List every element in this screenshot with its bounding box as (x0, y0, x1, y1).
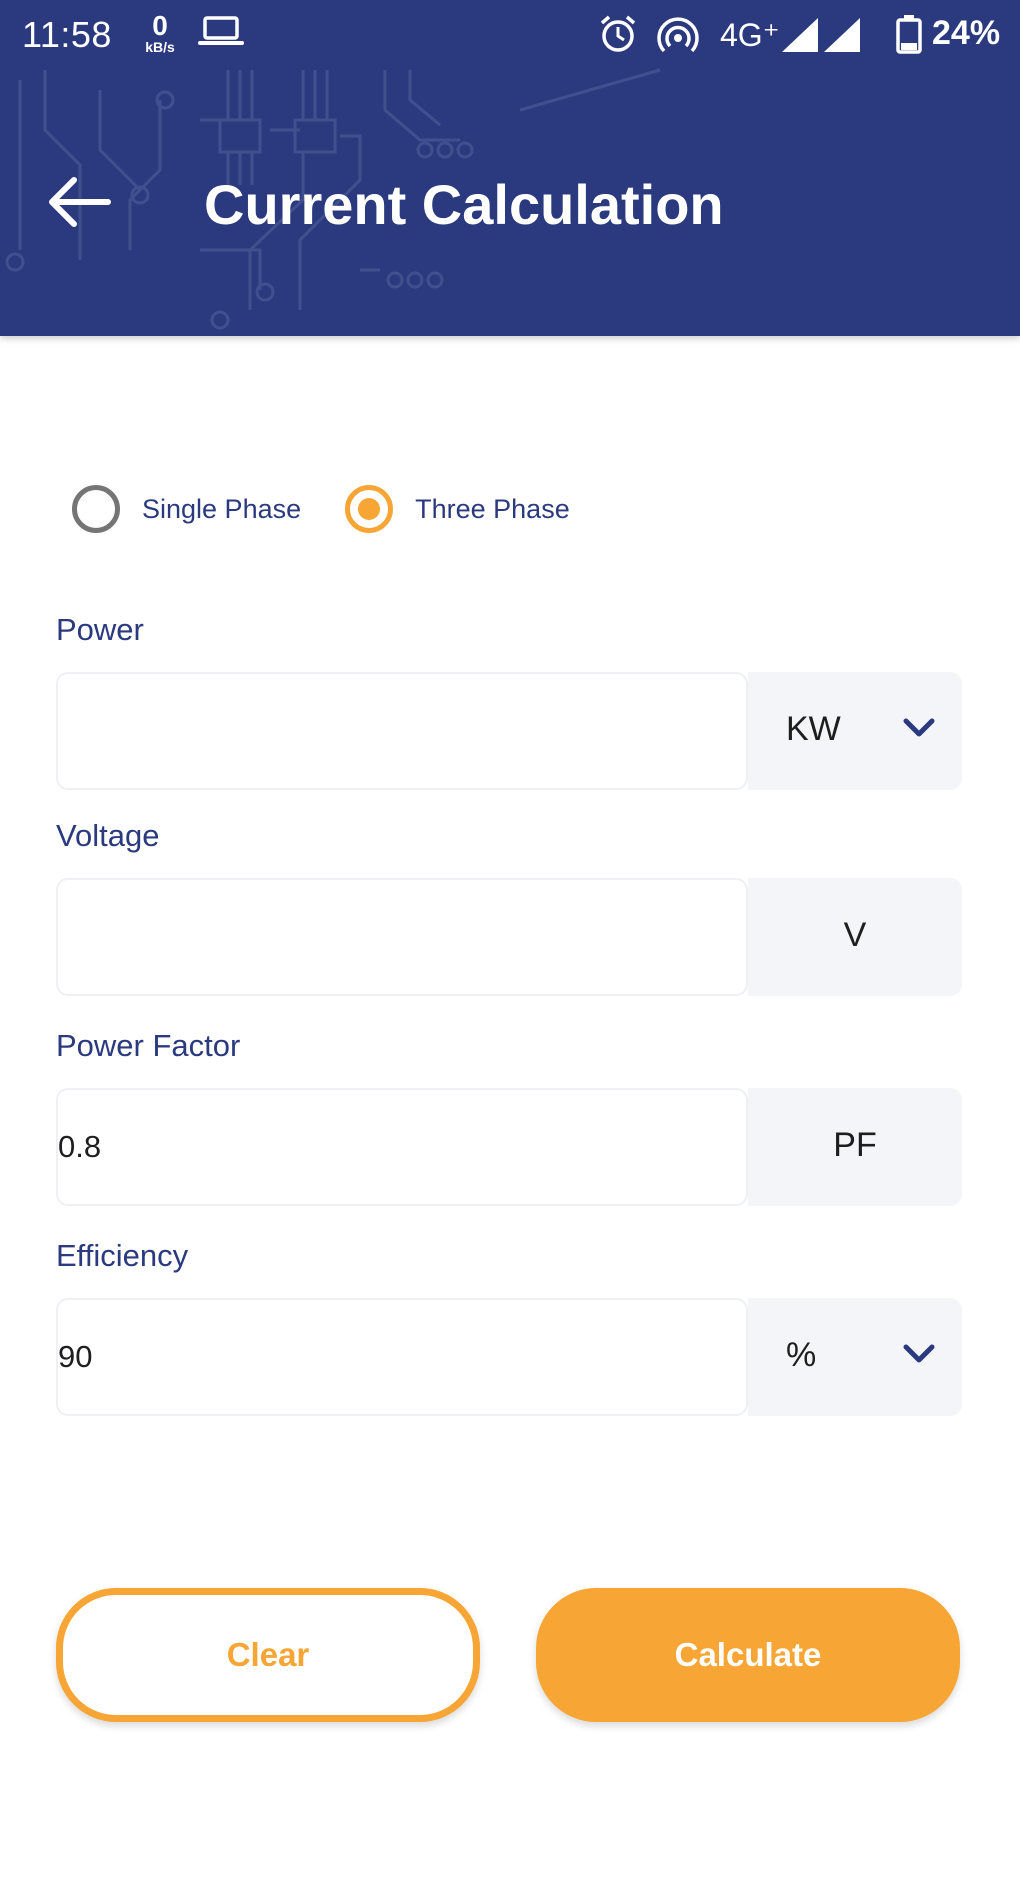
power-unit-dropdown[interactable]: KW (748, 672, 962, 790)
phase-radio-group: Single Phase Three Phase (72, 478, 614, 540)
power-row: KW (56, 672, 962, 790)
power-label: Power (56, 612, 144, 647)
voltage-field-group: Voltage V (56, 818, 962, 996)
voltage-unit-value: V (843, 916, 867, 954)
page-title: Current Calculation (204, 173, 724, 236)
laptop-icon (198, 16, 244, 45)
voltage-unit: V (748, 878, 962, 996)
status-time: 11:58 (22, 14, 112, 55)
signal-strength-icon-2 (824, 18, 860, 52)
battery-icon (896, 15, 922, 54)
network-speed-unit: kB/s (145, 39, 175, 55)
efficiency-label: Efficiency (56, 1238, 189, 1273)
arrow-left-icon (49, 177, 111, 227)
alarm-icon (600, 15, 636, 52)
clear-button[interactable]: Clear (56, 1588, 480, 1722)
chevron-down-icon (903, 718, 935, 737)
efficiency-input[interactable]: 90 (56, 1298, 748, 1416)
back-button[interactable] (44, 172, 114, 232)
app-bar: 11:58 0 kB/s 4G⁺ 24% Current Calculation (0, 0, 1020, 336)
radio-single-phase[interactable]: Single Phase (72, 485, 301, 533)
status-bar: 11:58 0 kB/s 4G⁺ 24% (0, 0, 1020, 70)
hotspot-icon (657, 17, 699, 53)
power-unit-value: KW (786, 710, 841, 748)
calculate-button[interactable]: Calculate (536, 1588, 960, 1722)
power-input[interactable] (56, 672, 748, 790)
chevron-down-icon (903, 1344, 935, 1363)
network-speed: 0 kB/s (138, 10, 182, 55)
battery-percentage: 24% (932, 14, 1001, 52)
power-factor-label: Power Factor (56, 1028, 241, 1063)
voltage-input[interactable] (56, 878, 748, 996)
power-factor-field-group: Power Factor 0.8 PF (56, 1028, 962, 1206)
signal-strength-icon (782, 18, 818, 52)
network-type: 4G⁺ (720, 17, 780, 53)
power-field-group: Power KW (56, 612, 962, 790)
voltage-label: Voltage (56, 818, 160, 853)
radio-button-checked[interactable] (345, 485, 394, 533)
radio-selected-dot (358, 498, 381, 520)
network-speed-value: 0 (152, 10, 168, 41)
voltage-row: V (56, 878, 962, 996)
efficiency-field-group: Efficiency 90 % (56, 1238, 962, 1416)
power-factor-unit-value: PF (833, 1126, 877, 1164)
power-factor-input[interactable]: 0.8 (56, 1088, 748, 1206)
radio-three-phase[interactable]: Three Phase (345, 485, 570, 533)
power-factor-unit: PF (748, 1088, 962, 1206)
efficiency-row: 90 % (56, 1298, 962, 1416)
radio-label-single-phase: Single Phase (142, 493, 302, 524)
efficiency-unit-value: % (786, 1336, 817, 1374)
radio-label-three-phase: Three Phase (415, 493, 570, 524)
power-factor-row: 0.8 PF (56, 1088, 962, 1206)
radio-button-unchecked[interactable] (72, 485, 120, 533)
efficiency-unit-dropdown[interactable]: % (748, 1298, 962, 1416)
